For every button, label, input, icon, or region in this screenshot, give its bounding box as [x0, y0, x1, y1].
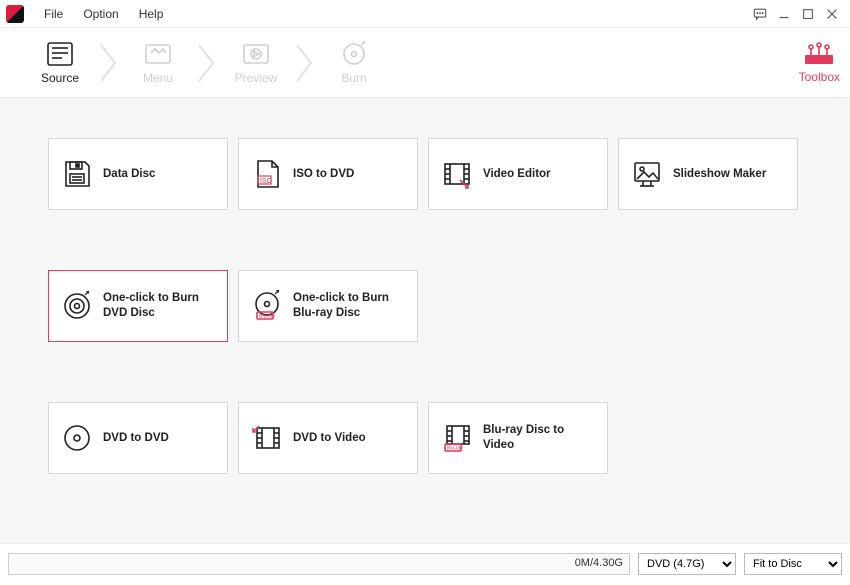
card-label: One-click to Burn DVD Disc [103, 291, 215, 321]
chevron-icon [296, 38, 314, 88]
card-bluray-to-video[interactable]: Blu-ray Blu-ray Disc to Video [428, 402, 608, 474]
tab-burn[interactable]: Burn [314, 41, 394, 85]
card-one-click-bluray[interactable]: Blu-ray One-click to Burn Blu-ray Disc [238, 270, 418, 342]
fit-mode-select[interactable]: Fit to Disc [744, 553, 842, 575]
step-tabs: Source Menu Preview Burn Toolbox [0, 28, 850, 98]
svg-text:Blu-ray: Blu-ray [447, 446, 463, 452]
disc-icon [61, 290, 93, 322]
chevron-icon [100, 38, 118, 88]
floppy-icon [61, 158, 93, 190]
card-label: DVD to Video [293, 431, 366, 446]
iso-file-icon: ISO [251, 158, 283, 190]
toolbox-icon [802, 42, 836, 66]
card-iso-to-dvd[interactable]: ISO ISO to DVD [238, 138, 418, 210]
progress-bar: 0M/4.30G [8, 553, 630, 575]
tab-preview[interactable]: Preview [216, 41, 296, 85]
card-label: Data Disc [103, 167, 155, 182]
card-label: ISO to DVD [293, 167, 354, 182]
toolbox-grid: Data Disc ISO ISO to DVD Video Editor Sl… [48, 138, 802, 474]
tab-menu[interactable]: Menu [118, 41, 198, 85]
tab-menu-label: Menu [143, 71, 173, 85]
minimize-button[interactable] [772, 2, 796, 26]
tab-source[interactable]: Source [20, 41, 100, 85]
tab-burn-label: Burn [341, 71, 366, 85]
disc-type-select[interactable]: DVD (4.7G) [638, 553, 736, 575]
card-label: Video Editor [483, 167, 551, 182]
film-arrow-icon [251, 422, 283, 454]
main-area: Data Disc ISO ISO to DVD Video Editor Sl… [0, 98, 850, 543]
menu-icon [142, 41, 174, 67]
maximize-button[interactable] [796, 2, 820, 26]
menu-option[interactable]: Option [73, 3, 128, 25]
source-icon [44, 41, 76, 67]
close-button[interactable] [820, 2, 844, 26]
preview-icon [240, 41, 272, 67]
svg-text:Blu-ray: Blu-ray [259, 314, 275, 320]
bluray-film-icon: Blu-ray [441, 422, 473, 454]
card-label: One-click to Burn Blu-ray Disc [293, 291, 405, 321]
tab-source-label: Source [41, 71, 79, 85]
slideshow-icon [631, 158, 663, 190]
menu-file[interactable]: File [34, 3, 73, 25]
progress-text: 0M/4.30G [575, 557, 623, 569]
menu-help[interactable]: Help [129, 3, 174, 25]
toolbox-button[interactable]: Toolbox [799, 42, 840, 84]
chevron-icon [198, 38, 216, 88]
app-logo [6, 5, 24, 23]
titlebar: File Option Help [0, 0, 850, 28]
burn-icon [338, 41, 370, 67]
bluray-disc-icon: Blu-ray [251, 290, 283, 322]
card-slideshow-maker[interactable]: Slideshow Maker [618, 138, 798, 210]
disc-plain-icon [61, 422, 93, 454]
card-label: DVD to DVD [103, 431, 169, 446]
card-video-editor[interactable]: Video Editor [428, 138, 608, 210]
card-label: Slideshow Maker [673, 167, 766, 182]
video-editor-icon [441, 158, 473, 190]
card-dvd-to-video[interactable]: DVD to Video [238, 402, 418, 474]
bottom-bar: 0M/4.30G DVD (4.7G) Fit to Disc [0, 543, 850, 583]
card-dvd-to-dvd[interactable]: DVD to DVD [48, 402, 228, 474]
toolbox-label: Toolbox [799, 70, 840, 84]
card-data-disc[interactable]: Data Disc [48, 138, 228, 210]
feedback-icon[interactable] [748, 2, 772, 26]
card-label: Blu-ray Disc to Video [483, 423, 595, 453]
card-one-click-dvd[interactable]: One-click to Burn DVD Disc [48, 270, 228, 342]
tab-preview-label: Preview [235, 71, 278, 85]
